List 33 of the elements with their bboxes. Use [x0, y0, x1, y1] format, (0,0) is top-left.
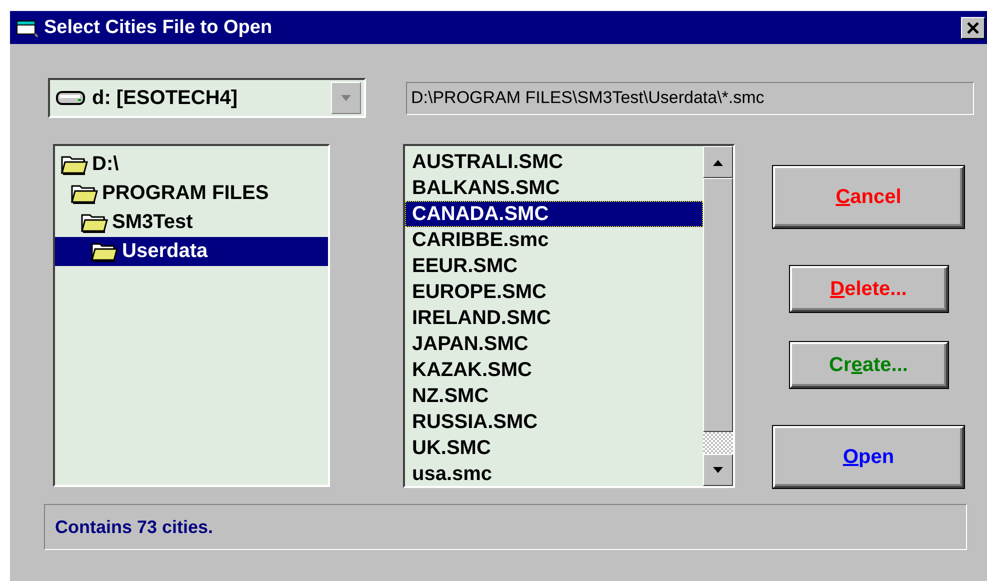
- down-arrow-icon: [712, 466, 724, 474]
- tree-item[interactable]: PROGRAM FILES: [55, 179, 328, 208]
- scrollbar[interactable]: [703, 146, 733, 486]
- window-title: Select Cities File to Open: [44, 16, 272, 38]
- close-icon: [966, 22, 980, 34]
- file-item[interactable]: UK.SMC: [405, 435, 703, 461]
- drive-dropdown[interactable]: d: [ESOTECH4]: [48, 78, 366, 118]
- path-field: D:\PROGRAM FILES\SM3Test\Userdata\*.smc: [406, 82, 974, 114]
- tree-item[interactable]: SM3Test: [55, 208, 328, 237]
- file-item[interactable]: KAZAK.SMC: [405, 357, 703, 383]
- file-item[interactable]: JAPAN.SMC: [405, 331, 703, 357]
- tree-item[interactable]: Userdata: [55, 237, 328, 266]
- file-item[interactable]: CANADA.SMC: [405, 201, 703, 227]
- file-item[interactable]: AUSTRALI.SMC: [405, 149, 703, 175]
- scroll-thumb[interactable]: [703, 178, 733, 432]
- file-item[interactable]: EEUR.SMC: [405, 253, 703, 279]
- close-button[interactable]: [961, 16, 985, 38]
- dialog-button[interactable]: Open: [773, 426, 964, 488]
- up-arrow-icon: [712, 158, 724, 166]
- window-icon: [16, 18, 38, 36]
- file-item[interactable]: IRELAND.SMC: [405, 305, 703, 331]
- drive-icon: [56, 90, 86, 106]
- tree-item[interactable]: D:\: [55, 150, 328, 179]
- scroll-up-button[interactable]: [703, 146, 733, 178]
- file-item[interactable]: usa.smc: [405, 461, 703, 487]
- file-item[interactable]: RUSSIA.SMC: [405, 409, 703, 435]
- file-item[interactable]: EUROPE.SMC: [405, 279, 703, 305]
- file-item[interactable]: NZ.SMC: [405, 383, 703, 409]
- file-item[interactable]: BALKANS.SMC: [405, 175, 703, 201]
- status-text: Contains 73 cities.: [44, 504, 967, 550]
- file-item[interactable]: CARIBBE.smc: [405, 227, 703, 253]
- scroll-track[interactable]: [703, 432, 733, 454]
- scroll-down-button[interactable]: [703, 454, 733, 486]
